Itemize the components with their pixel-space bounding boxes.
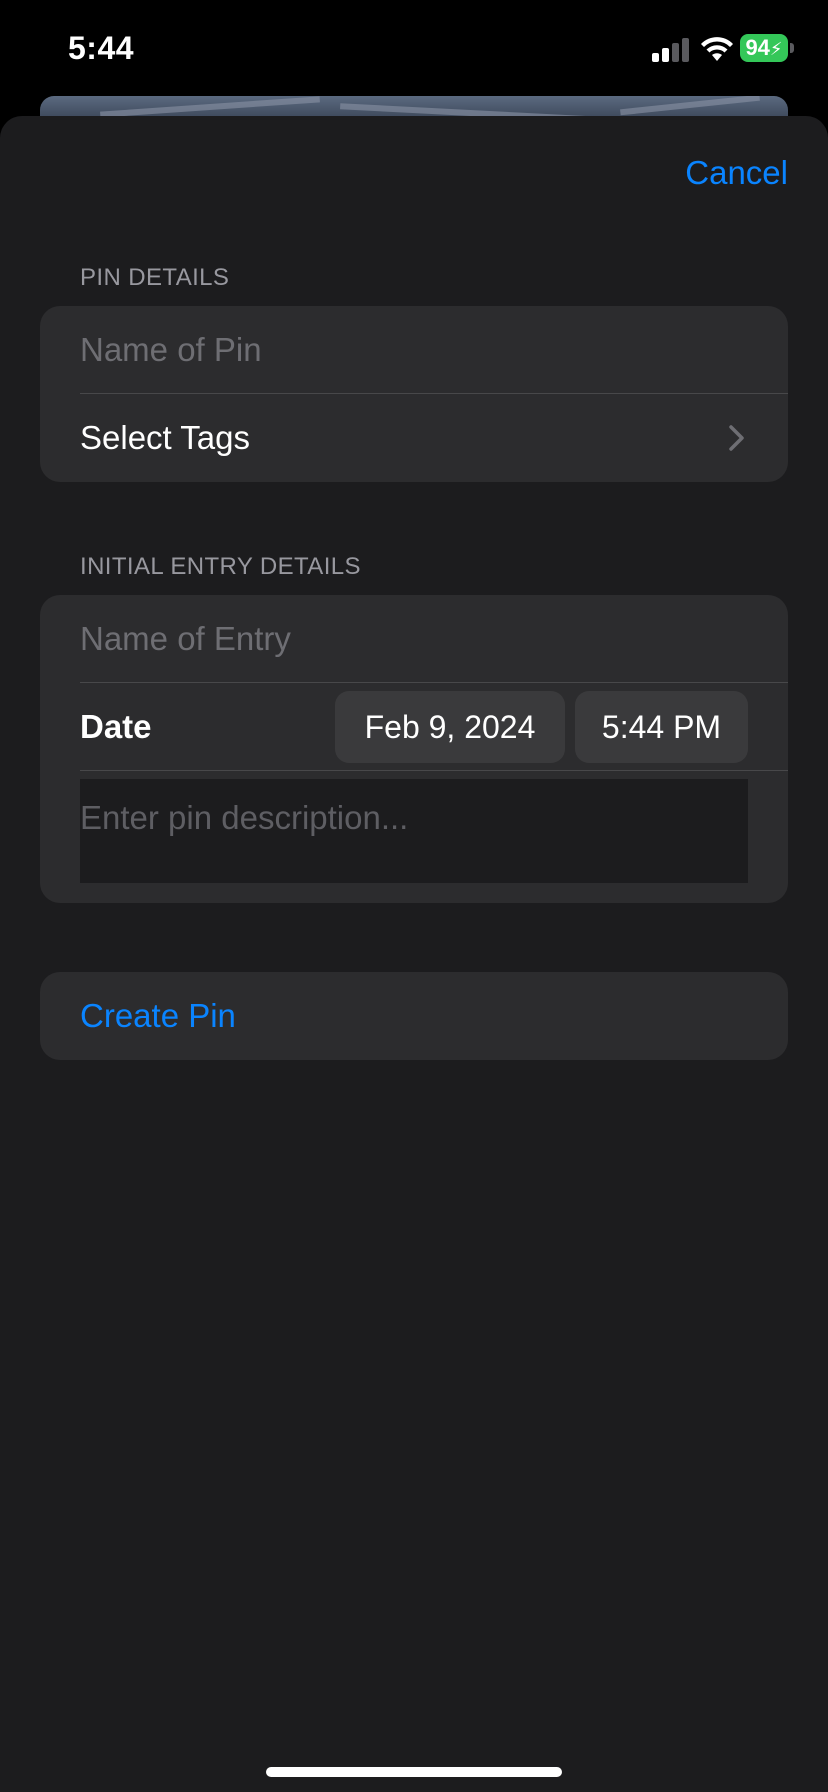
select-tags-row[interactable]: Select Tags [40, 394, 788, 482]
battery-level: 94 [745, 35, 770, 60]
description-textarea[interactable]: Enter pin description... [80, 779, 748, 883]
create-pin-group: Create Pin [40, 972, 788, 1060]
create-pin-sheet: Cancel PIN DETAILS Name of Pin Select Ta… [0, 116, 828, 1792]
date-label: Date [80, 708, 152, 745]
initial-entry-group: Name of Entry Date Feb 9, 2024 5:44 PM E… [40, 595, 788, 903]
entry-name-row[interactable]: Name of Entry [40, 595, 788, 683]
wifi-icon [701, 37, 733, 61]
battery-charging-icon: 94⚡ [740, 34, 794, 64]
date-picker-button[interactable]: Feb 9, 2024 [335, 691, 565, 763]
entry-name-input[interactable]: Name of Entry [80, 595, 291, 683]
initial-entry-header: INITIAL ENTRY DETAILS [80, 553, 361, 580]
status-bar: 5:44 94⚡ [0, 0, 828, 100]
date-row: Date Feb 9, 2024 5:44 PM [40, 683, 788, 771]
create-pin-button[interactable]: Create Pin [80, 972, 236, 1060]
pin-details-group: Name of Pin Select Tags [40, 306, 788, 482]
pin-details-header: PIN DETAILS [80, 264, 230, 291]
pin-name-input[interactable]: Name of Pin [80, 306, 262, 394]
cancel-button[interactable]: Cancel [685, 154, 788, 192]
status-time: 5:44 [68, 30, 135, 66]
chevron-right-icon [729, 425, 744, 451]
cellular-signal-icon [652, 38, 690, 62]
home-indicator [266, 1767, 562, 1777]
description-placeholder: Enter pin description... [80, 799, 409, 836]
select-tags-label: Select Tags [80, 419, 250, 456]
pin-name-row[interactable]: Name of Pin [40, 306, 788, 394]
time-picker-button[interactable]: 5:44 PM [575, 691, 748, 763]
